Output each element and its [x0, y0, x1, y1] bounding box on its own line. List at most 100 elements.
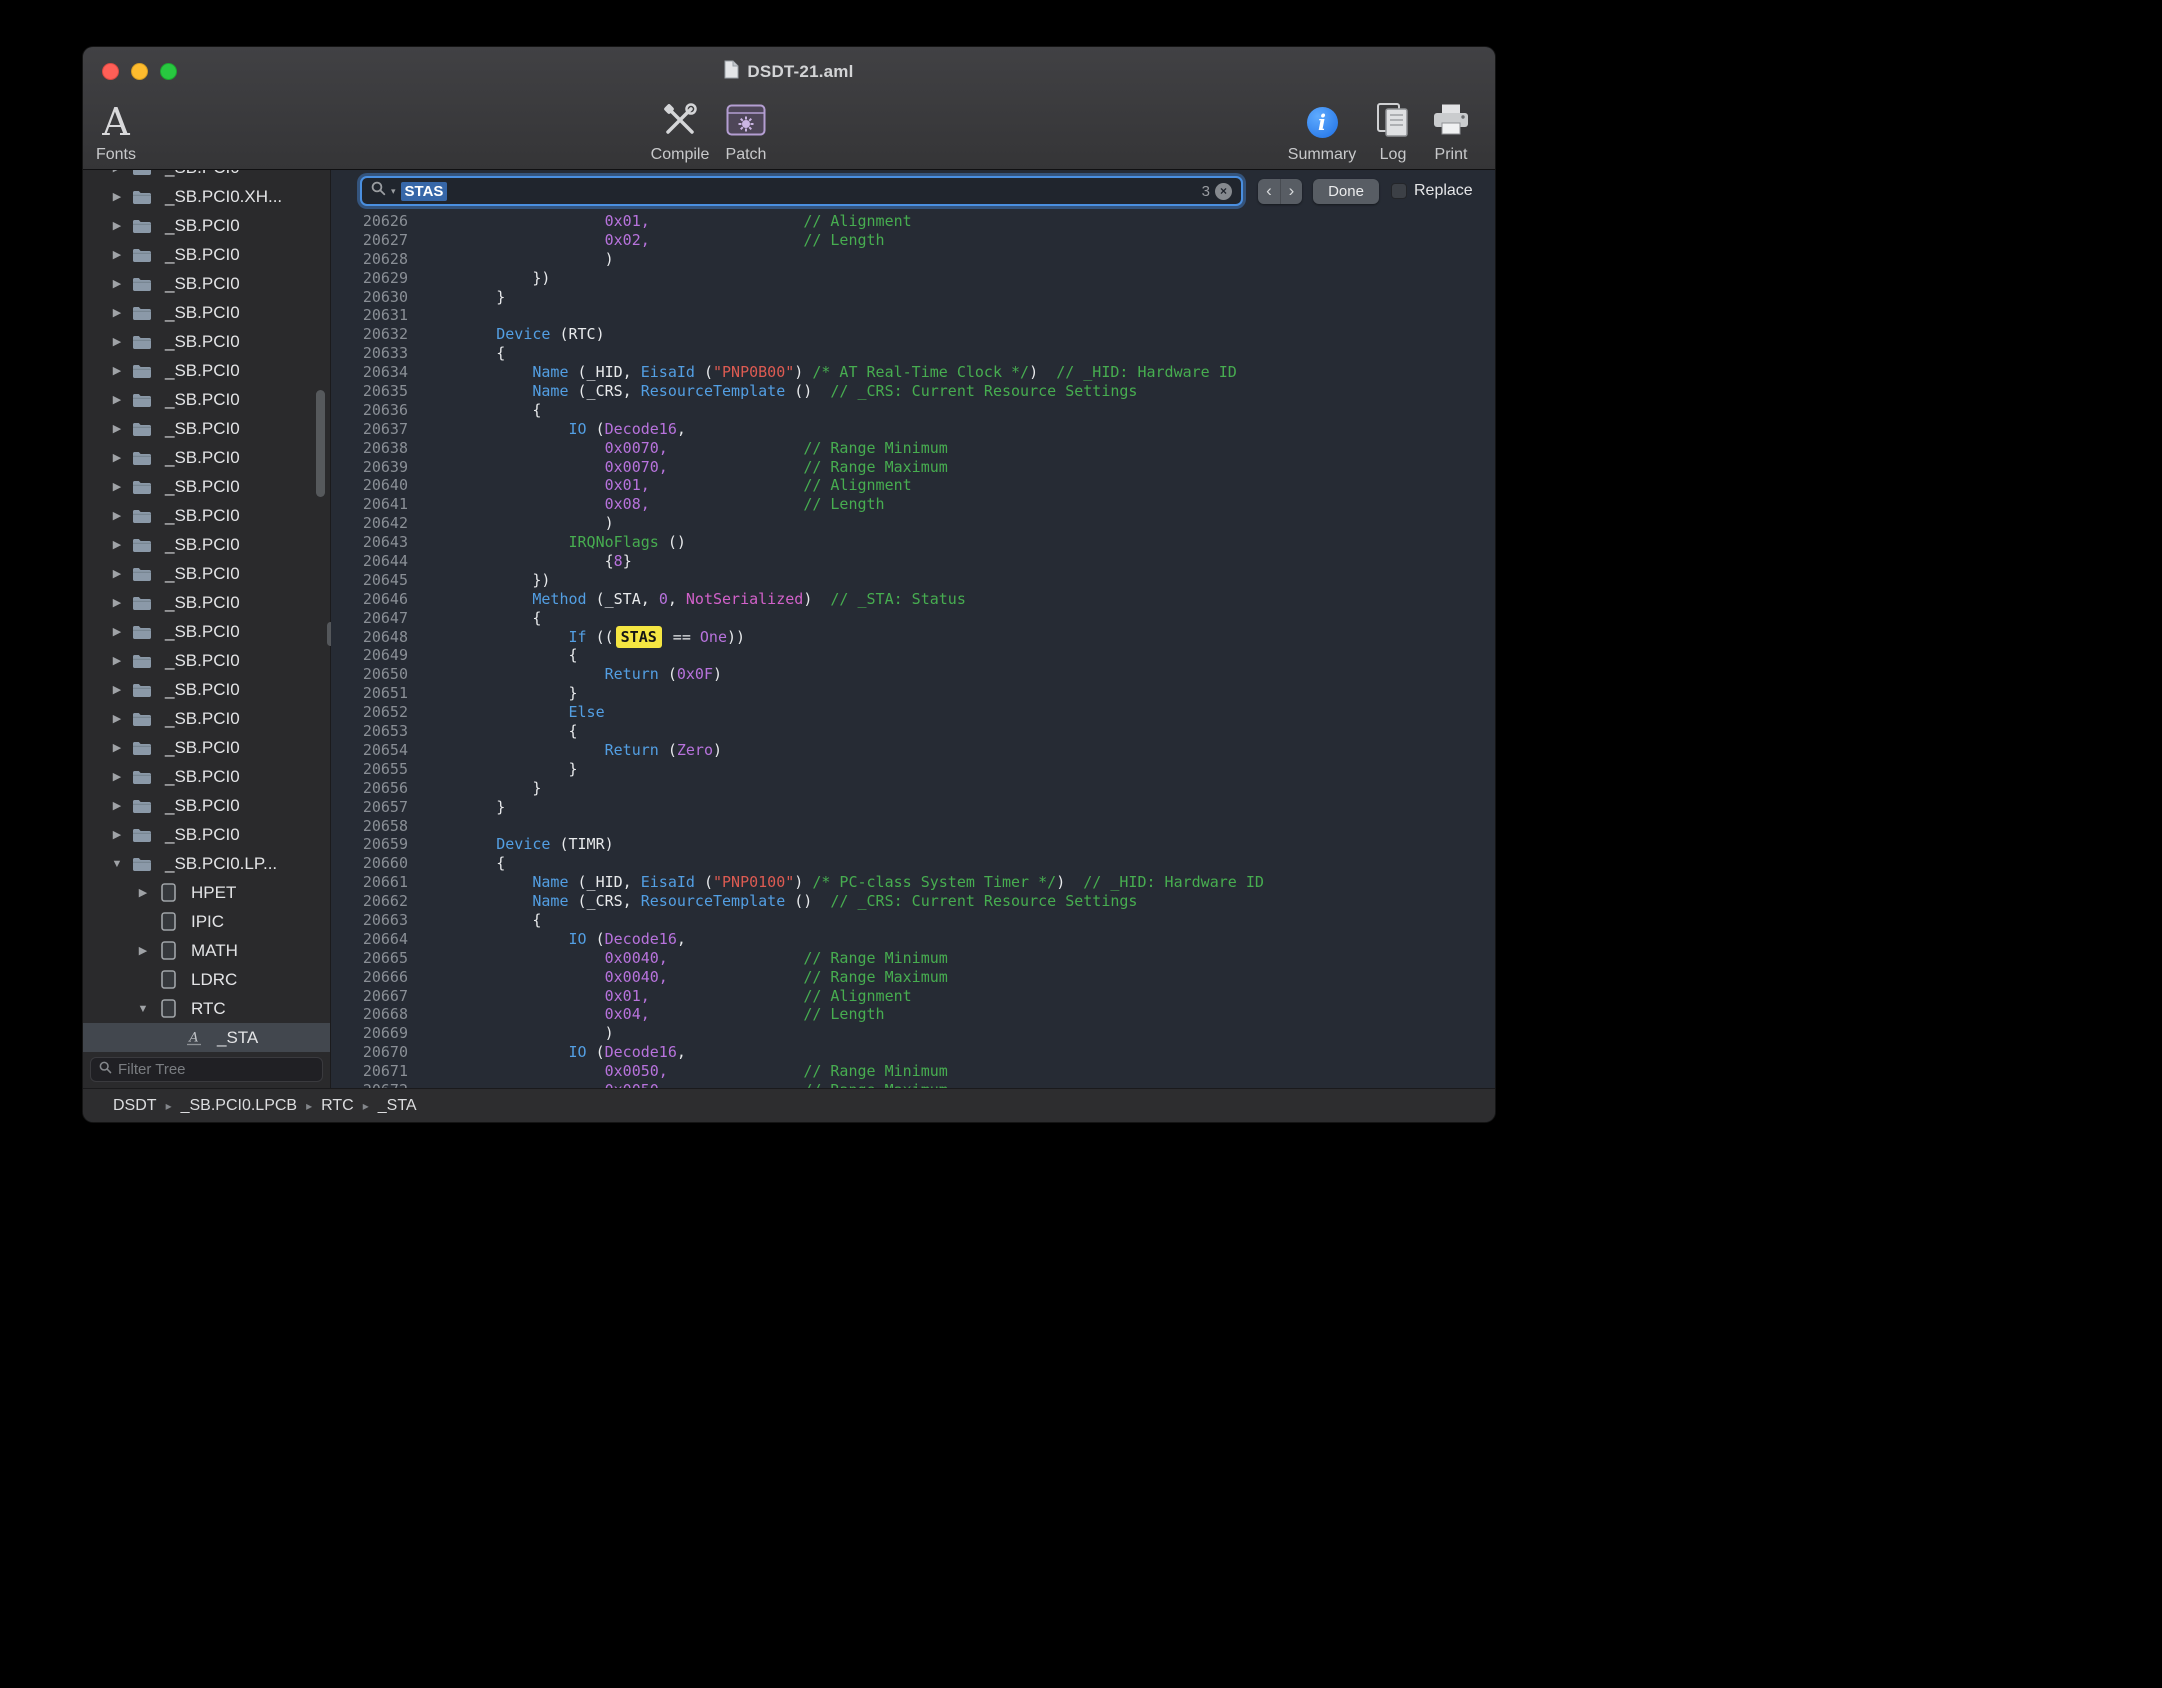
tree-item-sb-pci0[interactable]: ▶_SB.PCI0: [83, 733, 330, 762]
tree-item-sb-pci0[interactable]: ▶_SB.PCI0: [83, 791, 330, 820]
disclosure-down-icon[interactable]: ▼: [107, 858, 127, 870]
code-line[interactable]: 20629 }): [331, 269, 1495, 288]
disclosure-right-icon[interactable]: ▶: [107, 625, 127, 638]
code-line[interactable]: 20633 {: [331, 344, 1495, 363]
tree-item-sb-pci0[interactable]: ▶_SB.PCI0: [83, 530, 330, 559]
code-line[interactable]: 20658: [331, 817, 1495, 836]
tree-item-sb-pci0[interactable]: ▶_SB.PCI0: [83, 472, 330, 501]
code-line[interactable]: 20630 }: [331, 288, 1495, 307]
tree-item-sta[interactable]: A_STA: [83, 1023, 330, 1052]
code-line[interactable]: 20665 0x0040, // Range Minimum: [331, 949, 1495, 968]
disclosure-right-icon[interactable]: ▶: [107, 451, 127, 464]
code-line[interactable]: 20636 {: [331, 401, 1495, 420]
code-line[interactable]: 20656 }: [331, 779, 1495, 798]
tree-item-hpet[interactable]: ▶HPET: [83, 878, 330, 907]
done-button[interactable]: Done: [1313, 179, 1379, 204]
code-line[interactable]: 20626 0x01, // Alignment: [331, 212, 1495, 231]
tree-item-sb-pci0[interactable]: ▶_SB.PCI0: [83, 356, 330, 385]
toolbar-patch-button[interactable]: Patch: [698, 99, 794, 164]
disclosure-right-icon[interactable]: ▶: [107, 596, 127, 609]
disclosure-right-icon[interactable]: ▶: [107, 509, 127, 522]
code-line[interactable]: 20664 IO (Decode16,: [331, 930, 1495, 949]
code-line[interactable]: 20642 ): [331, 514, 1495, 533]
code-line[interactable]: 20659 Device (TIMR): [331, 835, 1495, 854]
tree-item-sb-pci0[interactable]: ▶_SB.PCI0: [83, 414, 330, 443]
titlebar[interactable]: DSDT-21.aml: [83, 47, 1495, 97]
close-button[interactable]: [102, 63, 119, 80]
code-line[interactable]: 20632 Device (RTC): [331, 325, 1495, 344]
code-line[interactable]: 20655 }: [331, 760, 1495, 779]
code-line[interactable]: 20649 {: [331, 646, 1495, 665]
path-segment[interactable]: _SB.PCI0.LPCB: [181, 1097, 298, 1115]
tree-item-sb-pci0[interactable]: ▶_SB.PCI0: [83, 559, 330, 588]
disclosure-right-icon[interactable]: ▶: [107, 335, 127, 348]
code-line[interactable]: 20650 Return (0x0F): [331, 665, 1495, 684]
disclosure-right-icon[interactable]: ▶: [107, 190, 127, 203]
code-line[interactable]: 20657 }: [331, 798, 1495, 817]
code-line[interactable]: 20669 ): [331, 1024, 1495, 1043]
disclosure-right-icon[interactable]: ▶: [107, 770, 127, 783]
disclosure-right-icon[interactable]: ▶: [107, 799, 127, 812]
clear-search-icon[interactable]: ×: [1215, 183, 1232, 200]
zoom-button[interactable]: [160, 63, 177, 80]
tree-item-sb-pci0-lp[interactable]: ▼_SB.PCI0.LP...: [83, 849, 330, 878]
code-line[interactable]: 20645 }): [331, 571, 1495, 590]
sidebar-scrollbar-thumb[interactable]: [316, 390, 325, 497]
tree-item-sb-pci0[interactable]: ▶_SB.PCI0: [83, 820, 330, 849]
disclosure-right-icon[interactable]: ▶: [107, 480, 127, 493]
tree-item-sb-pci0[interactable]: ▶_SB.PCI0: [83, 327, 330, 356]
disclosure-right-icon[interactable]: ▶: [133, 944, 153, 957]
code-line[interactable]: 20652 Else: [331, 703, 1495, 722]
code-editor[interactable]: ▾ STAS 3 × ‹ › Done Replace 20626 0x01,: [331, 170, 1495, 1088]
code-line[interactable]: 20627 0x02, // Length: [331, 231, 1495, 250]
search-menu-chevron-icon[interactable]: ▾: [391, 186, 396, 197]
tree-item-sb-pci0[interactable]: ▶_SB.PCI0: [83, 385, 330, 414]
code-line[interactable]: 20631: [331, 306, 1495, 325]
tree-item-sb-pci0[interactable]: ▶_SB.PCI0: [83, 704, 330, 733]
minimize-button[interactable]: [131, 63, 148, 80]
code-line[interactable]: 20668 0x04, // Length: [331, 1005, 1495, 1024]
disclosure-right-icon[interactable]: ▶: [107, 219, 127, 232]
code-line[interactable]: 20671 0x0050, // Range Minimum: [331, 1062, 1495, 1081]
code-line[interactable]: 20663 {: [331, 911, 1495, 930]
code-line[interactable]: 20662 Name (_CRS, ResourceTemplate () //…: [331, 892, 1495, 911]
tree-item-sb-pci0[interactable]: ▶_SB.PCI0: [83, 443, 330, 472]
code-line[interactable]: 20635 Name (_CRS, ResourceTemplate () //…: [331, 382, 1495, 401]
code-line[interactable]: 20660 {: [331, 854, 1495, 873]
tree-item-sb-pci0[interactable]: ▶_SB.PCI0: [83, 298, 330, 327]
disclosure-right-icon[interactable]: ▶: [107, 567, 127, 580]
tree-item-sb-pci0[interactable]: ▶_SB.PCI0: [83, 211, 330, 240]
find-previous-button[interactable]: ‹: [1258, 179, 1280, 204]
disclosure-right-icon[interactable]: ▶: [107, 422, 127, 435]
path-segment[interactable]: RTC: [321, 1097, 354, 1115]
disclosure-right-icon[interactable]: ▶: [107, 170, 127, 174]
code-line[interactable]: 20640 0x01, // Alignment: [331, 476, 1495, 495]
tree-item-sb-pci0-xh[interactable]: ▶_SB.PCI0.XH...: [83, 182, 330, 211]
code-line[interactable]: 20653 {: [331, 722, 1495, 741]
tree-item-sb-pci0[interactable]: ▶_SB.PCI0: [83, 646, 330, 675]
code-line[interactable]: 20670 IO (Decode16,: [331, 1043, 1495, 1062]
disclosure-right-icon[interactable]: ▶: [107, 306, 127, 319]
disclosure-right-icon[interactable]: ▶: [107, 248, 127, 261]
disclosure-right-icon[interactable]: ▶: [107, 712, 127, 725]
disclosure-right-icon[interactable]: ▶: [107, 828, 127, 841]
tree-item-sb-pci0[interactable]: ▶_SB.PCI0: [83, 588, 330, 617]
tree-item-ipic[interactable]: IPIC: [83, 907, 330, 936]
code-line[interactable]: 20634 Name (_HID, EisaId ("PNP0B00") /* …: [331, 363, 1495, 382]
tree-item-rtc[interactable]: ▼RTC: [83, 994, 330, 1023]
filter-tree-input[interactable]: [118, 1061, 314, 1078]
disclosure-right-icon[interactable]: ▶: [107, 741, 127, 754]
code-line[interactable]: 20654 Return (Zero): [331, 741, 1495, 760]
path-segment[interactable]: DSDT: [113, 1097, 157, 1115]
document-proxy-icon[interactable]: [724, 60, 739, 84]
disclosure-right-icon[interactable]: ▶: [107, 654, 127, 667]
disclosure-right-icon[interactable]: ▶: [107, 393, 127, 406]
code-area[interactable]: 20626 0x01, // Alignment20627 0x02, // L…: [331, 212, 1495, 1088]
code-line[interactable]: 20667 0x01, // Alignment: [331, 987, 1495, 1006]
code-line[interactable]: 20639 0x0070, // Range Maximum: [331, 458, 1495, 477]
toolbar-print-button[interactable]: Print: [1403, 99, 1495, 164]
code-line[interactable]: 20638 0x0070, // Range Minimum: [331, 439, 1495, 458]
replace-checkbox[interactable]: [1391, 183, 1407, 199]
code-line[interactable]: 20628 ): [331, 250, 1495, 269]
code-line[interactable]: 20666 0x0040, // Range Maximum: [331, 968, 1495, 987]
